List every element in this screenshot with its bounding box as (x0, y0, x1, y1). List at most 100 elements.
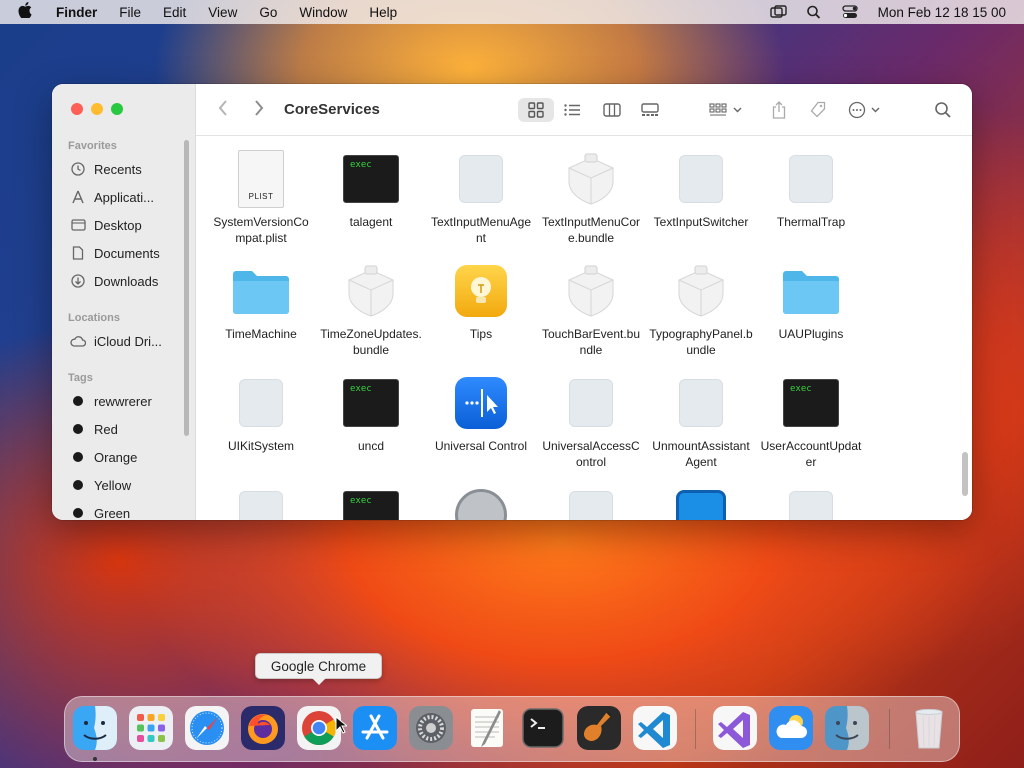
gear-icon (409, 706, 453, 750)
zoom-button[interactable] (111, 103, 123, 115)
menu-go[interactable]: Go (259, 5, 277, 20)
file-icon-box (561, 150, 621, 208)
file-item[interactable]: exec uncd (316, 374, 426, 486)
dock-app-store[interactable] (353, 706, 397, 750)
finder-icon (73, 706, 117, 750)
file-item[interactable]: TextInputSwitcher (646, 150, 756, 262)
list-view-button[interactable] (558, 98, 586, 122)
gallery-view-button[interactable] (636, 98, 664, 122)
minimize-button[interactable] (91, 103, 103, 115)
more-actions-button[interactable] (846, 98, 886, 122)
tags-button[interactable] (806, 98, 830, 122)
file-icon-box: exec (341, 374, 401, 432)
column-view-button[interactable] (598, 98, 626, 122)
sidebar-item-label: Applicati... (94, 189, 154, 205)
file-item[interactable]: Universal Control (426, 374, 536, 486)
dock-weather[interactable] (769, 706, 813, 750)
firefox-icon (241, 706, 285, 750)
share-button[interactable] (768, 98, 790, 122)
icon-view-button[interactable] (518, 98, 554, 122)
dock (64, 696, 960, 762)
dock-garageband[interactable] (577, 706, 621, 750)
sidebar-item-desktop[interactable]: Desktop (70, 215, 190, 235)
apple-menu-icon[interactable] (18, 1, 40, 23)
file-item[interactable]: TextInputMenuAgent (426, 150, 536, 262)
menu-help[interactable]: Help (369, 5, 397, 20)
sidebar-tag-green[interactable]: Green (70, 503, 190, 520)
sidebar-tag-red[interactable]: Red (70, 419, 190, 439)
forward-icon[interactable] (254, 100, 264, 121)
menu-edit[interactable]: Edit (163, 5, 186, 20)
dock-preview[interactable] (825, 706, 869, 750)
dock-terminal[interactable] (521, 706, 565, 750)
sidebar-item-documents[interactable]: Documents (70, 243, 190, 263)
dock-finder[interactable] (73, 706, 117, 750)
group-by-button[interactable] (706, 98, 748, 122)
file-item[interactable] (536, 486, 646, 520)
ellipsis-circle-icon (848, 101, 880, 119)
sidebar-scrollbar[interactable] (184, 140, 189, 436)
file-icon-box (451, 150, 511, 208)
dock-trash[interactable] (907, 706, 951, 750)
menu-file[interactable]: File (119, 5, 141, 20)
spotlight-search-icon[interactable] (806, 5, 824, 19)
file-item[interactable]: TypographyPanel.bundle (646, 262, 756, 374)
file-item[interactable] (756, 486, 866, 520)
content-scrollbar[interactable] (962, 452, 968, 496)
file-item[interactable] (646, 486, 756, 520)
plist-file-icon: PLIST (238, 150, 284, 208)
file-item[interactable]: Tips (426, 262, 536, 374)
dock-visual-studio-code[interactable] (633, 706, 677, 750)
sidebar-item-recents[interactable]: Recents (70, 159, 190, 179)
sidebar-tag-yellow[interactable]: Yellow (70, 475, 190, 495)
finder-window: Favorites Recents Applicati... Desktop D… (52, 84, 972, 520)
menubar-clock[interactable]: Mon Feb 12 18 15 00 (878, 5, 1006, 20)
file-item[interactable]: TimeMachine (206, 262, 316, 374)
file-item[interactable] (426, 486, 536, 520)
file-item[interactable]: UAUPlugins (756, 262, 866, 374)
file-item[interactable]: exec UserAccountUpdater (756, 374, 866, 486)
dock-system-settings[interactable] (409, 706, 453, 750)
generic-app-icon (789, 491, 833, 520)
lightbulb-icon (455, 265, 507, 317)
sidebar-item-icloud-drive[interactable]: iCloud Dri... (70, 331, 190, 351)
file-item[interactable]: exec talagent (316, 150, 426, 262)
file-item[interactable]: exec (316, 486, 426, 520)
menu-view[interactable]: View (208, 5, 237, 20)
sidebar-item-applications[interactable]: Applicati... (70, 187, 190, 207)
sidebar-item-label: Orange (94, 449, 138, 465)
file-item[interactable]: TouchBarEvent.bundle (536, 262, 646, 374)
menu-window[interactable]: Window (299, 5, 347, 20)
dock-textedit[interactable] (465, 706, 509, 750)
control-center-icon[interactable] (842, 5, 860, 19)
sidebar-item-downloads[interactable]: Downloads (70, 271, 190, 291)
dock-launchpad[interactable] (129, 706, 173, 750)
file-item[interactable]: TextInputMenuCore.bundle (536, 150, 646, 262)
file-name: Tips (469, 327, 493, 341)
back-icon[interactable] (218, 100, 228, 121)
window-title: CoreServices (284, 101, 380, 118)
sidebar-tag-rewwrerer[interactable]: rewwrerer (70, 391, 190, 411)
file-item[interactable]: TimeZoneUpdates.bundle (316, 262, 426, 374)
dock-visual-studio[interactable] (713, 706, 757, 750)
menu-app-finder[interactable]: Finder (56, 5, 97, 20)
bundle-icon (568, 153, 614, 205)
screen-mirroring-icon[interactable] (769, 5, 788, 19)
window-controls (71, 103, 123, 115)
dock-firefox[interactable] (241, 706, 285, 750)
dock-safari[interactable] (185, 706, 229, 750)
file-icon-box (671, 150, 731, 208)
file-name: TextInputMenuAgent (430, 215, 532, 245)
file-item[interactable]: UnmountAssistantAgent (646, 374, 756, 486)
search-button[interactable] (932, 98, 954, 122)
screens-icon (676, 490, 726, 520)
favorites-heading: Favorites (68, 140, 117, 152)
app-store-icon (353, 706, 397, 750)
close-button[interactable] (71, 103, 83, 115)
sidebar-tag-orange[interactable]: Orange (70, 447, 190, 467)
file-item[interactable]: UIKitSystem (206, 374, 316, 486)
file-item[interactable]: ThermalTrap (756, 150, 866, 262)
file-item[interactable] (206, 486, 316, 520)
file-item[interactable]: PLIST SystemVersionCompat.plist (206, 150, 316, 262)
file-item[interactable]: UniversalAccessControl (536, 374, 646, 486)
